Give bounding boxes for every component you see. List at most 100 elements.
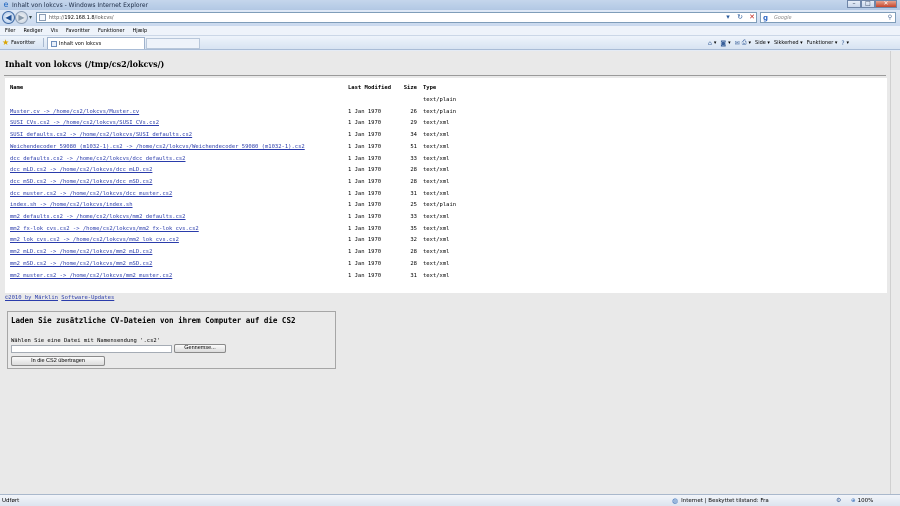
file-type-cell: text/xml [423, 260, 450, 267]
file-link[interactable]: dcc_defaults.cs2 -> /home/cs2/lokcvs/dcc… [10, 156, 186, 162]
file-size-cell: 33 [410, 214, 417, 220]
file-link-cell: Muster.cv -> /home/cs2/lokcvs/Muster.cv [10, 109, 139, 115]
file-link[interactable]: mm2_defaults.cs2 -> /home/cs2/lokcvs/mm2… [10, 214, 186, 220]
file-link[interactable]: dcc_muster.cs2 -> /home/cs2/lokcvs/dcc_m… [10, 191, 172, 197]
file-type-cell: text/xml [423, 214, 450, 220]
file-type-cell: text/xml [423, 143, 450, 150]
file-link-cell: dcc_mSD.cs2 -> /home/cs2/lokcvs/dcc_mSD.… [10, 179, 152, 185]
help-icon[interactable]: ? [841, 40, 844, 47]
vertical-scrollbar[interactable] [890, 51, 900, 494]
table-row: Muster.cv -> /home/cs2/lokcvs/Muster.cv 1… [5, 109, 887, 120]
command-bar: ⌂ ▾ ◙ ▾ ✉ ⎙ ▾ Side ▾ Sikkerhed ▾ Funktioner… [708, 38, 853, 48]
forward-button[interactable]: ▶ [15, 11, 28, 24]
tools-menu[interactable]: Funktioner ▾ [807, 40, 838, 46]
zoom-control[interactable]: ⊕ 100% [851, 498, 873, 504]
tab-label: Inhalt von lokcvs [59, 40, 102, 47]
file-link[interactable]: dcc_mLD.cs2 -> /home/cs2/lokcvs/dcc_mLD.… [10, 167, 152, 173]
table-row: Weichendecoder_59080_(m1032-1).cs2 -> /h… [5, 144, 887, 155]
upload-hint: Wählen Sie eine Datei mit Namensendung '… [11, 338, 161, 344]
file-path-input[interactable] [11, 345, 172, 353]
toolbar-divider [43, 38, 44, 47]
search-input[interactable]: Google [774, 15, 885, 21]
feeds-dropdown-icon[interactable]: ▾ [728, 40, 731, 46]
table-row: mm2_defaults.cs2 -> /home/cs2/lokcvs/mm2… [5, 214, 887, 225]
file-link-cell: dcc_defaults.cs2 -> /home/cs2/lokcvs/dcc… [10, 156, 186, 162]
close-window-button[interactable]: ✕ [875, 0, 897, 8]
print-icon[interactable]: ⎙ [742, 39, 747, 47]
file-date-cell: 1 Jan 1970 [348, 260, 382, 267]
globe-icon: ◍ [672, 496, 679, 505]
star-icon: ★ [2, 37, 10, 47]
refresh-icon[interactable]: ↻ [734, 12, 746, 23]
software-updates-link[interactable]: Software-Updates [61, 295, 114, 301]
menu-filer[interactable]: Filer [5, 28, 15, 34]
page-menu[interactable]: Side ▾ [755, 40, 770, 46]
tab-favicon-icon [51, 40, 57, 47]
address-url[interactable]: http://192.168.1.8/lokcvs/ [49, 15, 114, 21]
file-link[interactable]: mm2_fx-lok_cvs.cs2 -> /home/cs2/lokcvs/m… [10, 226, 199, 232]
file-type-cell: text/xml [423, 178, 450, 185]
file-size-cell: 33 [410, 155, 417, 162]
menu-hjaelp[interactable]: Hjælp [133, 28, 148, 34]
file-link-cell: dcc_muster.cs2 -> /home/cs2/lokcvs/dcc_m… [10, 191, 172, 197]
address-dropdown-icon[interactable]: ▾ [722, 12, 734, 23]
maximize-button[interactable]: □ [861, 0, 875, 8]
file-date-cell: 1 Jan 1970 [348, 143, 382, 150]
safety-menu[interactable]: Sikkerhed ▾ [774, 40, 803, 46]
file-link[interactable]: mm2_lok_cvs.cs2 -> /home/cs2/lokcvs/mm2_… [10, 237, 179, 243]
file-size-cell: 28 [410, 178, 417, 185]
file-link[interactable]: Muster.cv -> /home/cs2/lokcvs/Muster.cv [10, 109, 139, 115]
help-dropdown-icon[interactable]: ▾ [847, 40, 850, 46]
column-header-size: Size [403, 85, 417, 91]
table-row: mm2_muster.cs2 -> /home/cs2/lokcvs/mm2_m… [5, 273, 887, 284]
zoom-icon: ⊕ [851, 497, 856, 504]
browse-button[interactable]: Gennemse... [174, 344, 226, 353]
file-type-cell: text/plain [423, 97, 457, 103]
table-row: mm2_mLD.cs2 -> /home/cs2/lokcvs/mm2_mLD.… [5, 249, 887, 260]
address-bar[interactable]: http://192.168.1.8/lokcvs/ [36, 12, 757, 23]
menu-favoritter[interactable]: Favoritter [66, 28, 90, 34]
search-icon[interactable]: ⚲ [885, 14, 895, 21]
popup-blocker-icon[interactable]: ⚙ [836, 497, 841, 504]
menu-vis[interactable]: Vis [51, 28, 58, 34]
feeds-icon[interactable]: ◙ [720, 40, 726, 47]
file-link[interactable]: SUSI_defaults.cs2 -> /home/cs2/lokcvs/SU… [10, 132, 192, 138]
menu-funktioner[interactable]: Funktioner [98, 28, 125, 34]
file-link[interactable]: mm2_muster.cs2 -> /home/cs2/lokcvs/mm2_m… [10, 273, 172, 279]
mail-icon[interactable]: ✉ [735, 40, 740, 47]
new-tab-button[interactable] [146, 38, 200, 49]
file-link[interactable]: index.sh -> /home/cs2/lokcvs/index.sh [10, 202, 133, 208]
minimize-button[interactable]: – [847, 0, 861, 8]
upload-submit-button[interactable]: In die CS2 übertragen [11, 356, 105, 366]
favorites-button[interactable]: ★ Favoritter [2, 38, 35, 47]
search-box[interactable]: g Google ⚲ [760, 12, 896, 23]
file-link[interactable]: Weichendecoder_59080_(m1032-1).cs2 -> /h… [10, 144, 305, 150]
file-date-cell: 1 Jan 1970 [348, 132, 382, 139]
page-title: Inhalt von lokcvs (/tmp/cs2/lokcvs/) [5, 59, 165, 69]
stop-icon[interactable]: ✕ [746, 12, 758, 23]
file-link[interactable]: mm2_mSD.cs2 -> /home/cs2/lokcvs/mm2_mSD.… [10, 261, 152, 267]
window-title: Inhalt von lokcvs - Windows Internet Exp… [12, 1, 149, 9]
favorites-tab-bar: ★ Favoritter Inhalt von lokcvs ⌂ ▾ ◙ ▾ ✉ ⎙… [0, 36, 900, 50]
back-button[interactable]: ◀ [2, 11, 15, 24]
file-link[interactable]: dcc_mSD.cs2 -> /home/cs2/lokcvs/dcc_mSD.… [10, 179, 152, 185]
file-link[interactable]: SUSI_CVs.cs2 -> /home/cs2/lokcvs/SUSI_CV… [10, 120, 159, 126]
status-bar: Udført ◍ Internet | Beskyttet tilstand: F… [0, 494, 900, 506]
copyright-link[interactable]: ©2010 by Märklin [5, 295, 58, 301]
history-dropdown-icon[interactable]: ▾ [29, 14, 32, 21]
security-zone[interactable]: ◍ Internet | Beskyttet tilstand: Fra [672, 497, 769, 505]
home-dropdown-icon[interactable]: ▾ [714, 40, 717, 46]
home-icon[interactable]: ⌂ [708, 40, 712, 47]
page-viewport: Inhalt von lokcvs (/tmp/cs2/lokcvs/) Nam… [0, 51, 900, 494]
menu-rediger[interactable]: Rediger [23, 28, 42, 34]
file-link[interactable]: mm2_mLD.cs2 -> /home/cs2/lokcvs/mm2_mLD.… [10, 249, 152, 255]
file-size-cell: 28 [410, 249, 417, 256]
directory-listing: Name Last Modified Size Type text/plain M… [5, 78, 887, 293]
tab-inhalt-von-lokcvs[interactable]: Inhalt von lokcvs [47, 37, 145, 49]
upload-heading: Laden Sie zusätzliche CV-Dateien von ihr… [11, 316, 296, 325]
window-titlebar: e Inhalt von lokcvs - Windows Internet E… [0, 0, 900, 10]
table-row: text/plain [5, 97, 887, 108]
file-size-cell: 51 [410, 143, 417, 150]
print-dropdown-icon[interactable]: ▾ [749, 40, 752, 46]
file-link-cell: mm2_lok_cvs.cs2 -> /home/cs2/lokcvs/mm2_… [10, 237, 179, 243]
